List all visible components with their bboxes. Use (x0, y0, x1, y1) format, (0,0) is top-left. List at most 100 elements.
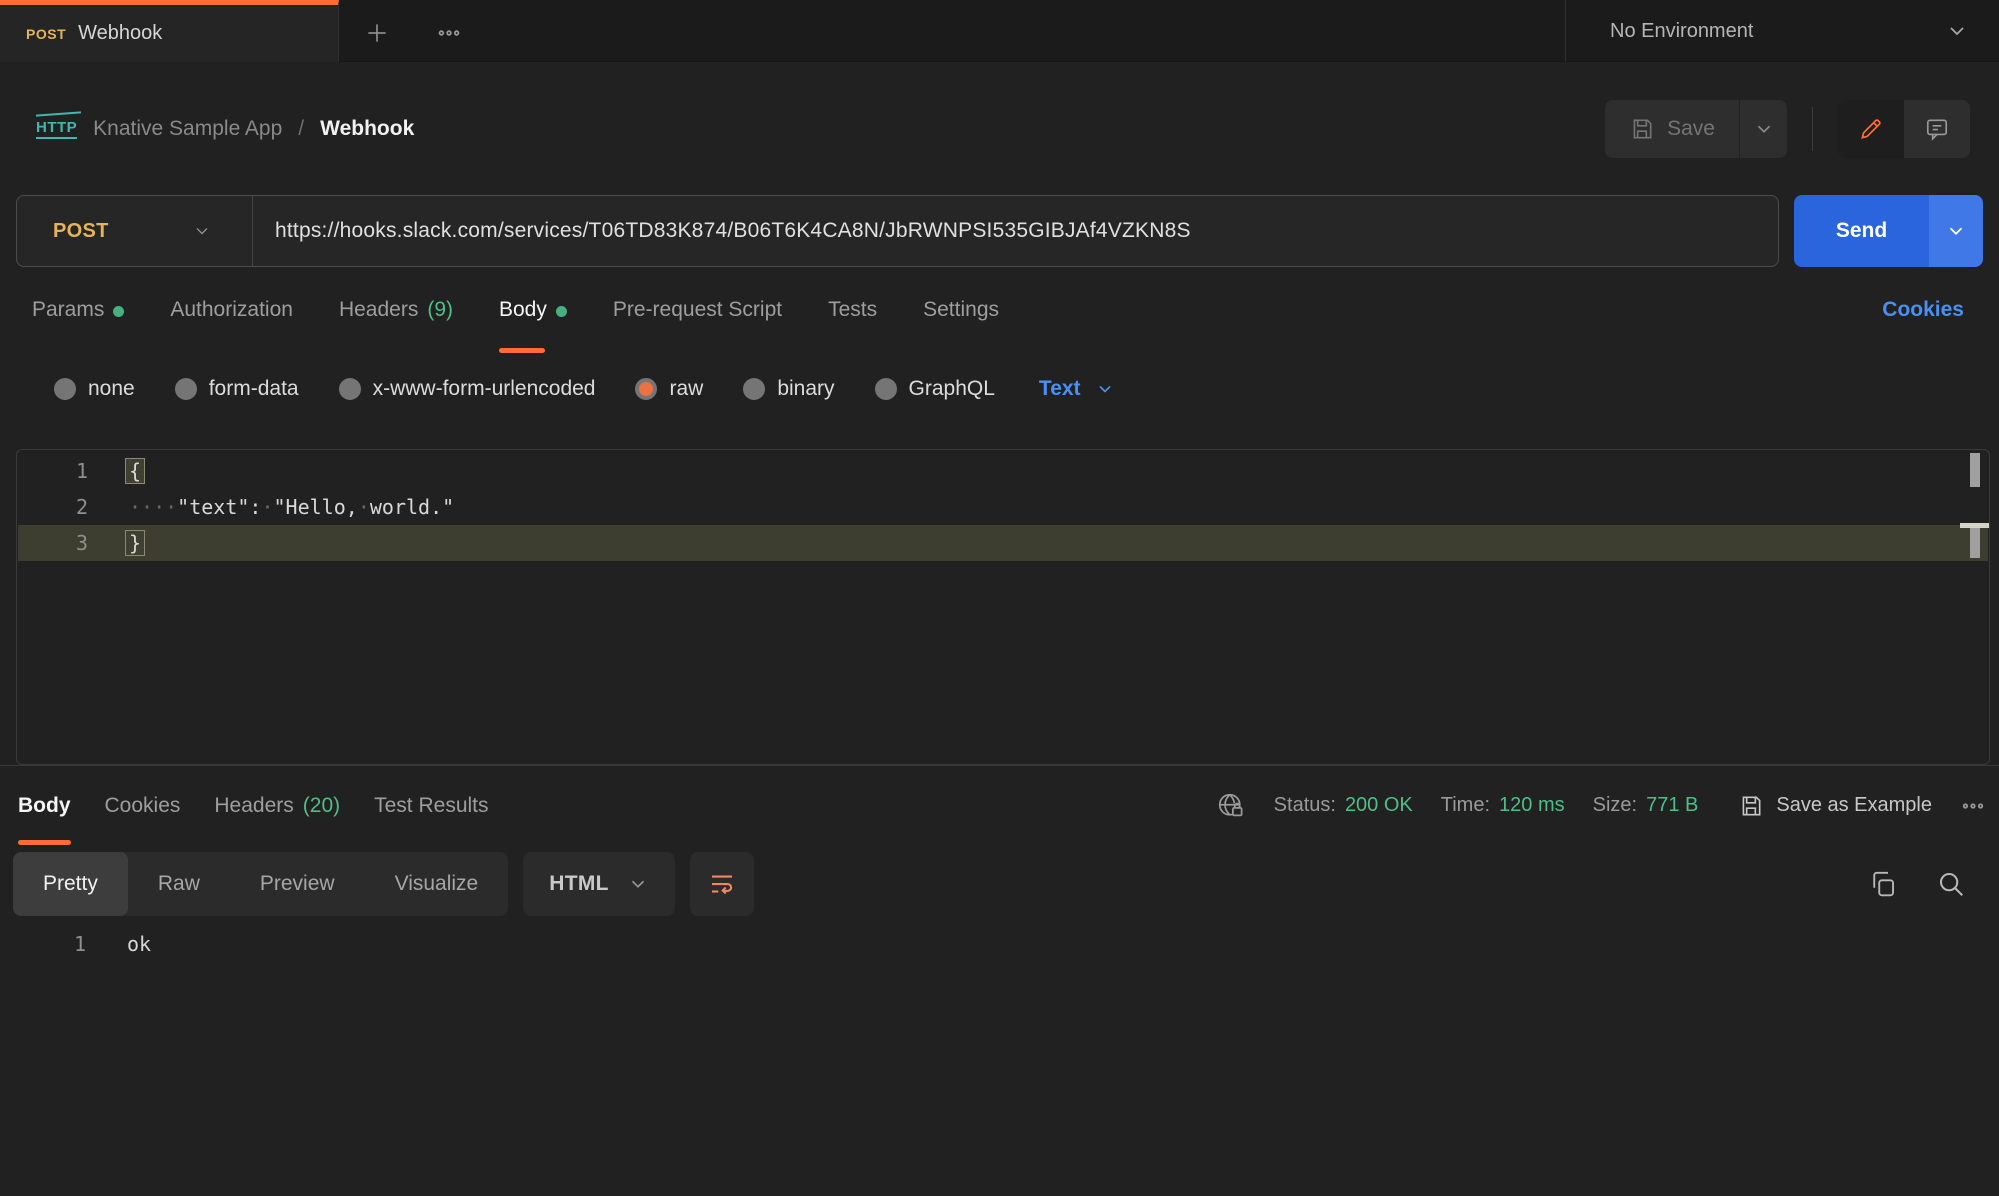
radio-icon (339, 378, 361, 400)
send-button[interactable]: Send (1794, 195, 1929, 267)
send-options-button[interactable] (1929, 195, 1983, 267)
tab-settings[interactable]: Settings (923, 267, 999, 353)
chevron-down-icon (1945, 220, 1967, 242)
chevron-down-icon (627, 873, 649, 895)
time-badge[interactable]: Time: 120 ms (1441, 794, 1565, 817)
tab-pre-request-script[interactable]: Pre-request Script (613, 267, 782, 353)
tab-tests[interactable]: Tests (828, 267, 877, 353)
pencil-icon (1858, 116, 1884, 142)
body-type-x-www-form-urlencoded[interactable]: x-www-form-urlencoded (339, 377, 596, 401)
bracket-highlight: { (125, 458, 145, 484)
body-type-graphql[interactable]: GraphQL (875, 377, 995, 401)
tab-body-label: Body (499, 298, 547, 322)
wrap-lines-button[interactable] (690, 852, 754, 916)
radio-icon (743, 378, 765, 400)
http-request-icon: HTTP (36, 119, 77, 139)
save-floppy-icon (1738, 793, 1764, 819)
breadcrumb: HTTP Knative Sample App / Webhook (0, 117, 414, 141)
line-number: 2 (18, 495, 88, 519)
request-body-editor[interactable]: 1 { 2 ····"text":·"Hello,·world." 3 } (16, 449, 1990, 765)
comments-button[interactable] (1904, 100, 1970, 158)
radio-selected-icon (635, 378, 657, 400)
tab-options-button[interactable] (430, 14, 468, 52)
network-globe-lock-icon[interactable] (1216, 791, 1246, 821)
save-options-button[interactable] (1739, 100, 1787, 158)
send-split-button: Send (1794, 195, 1983, 267)
response-meta: Status: 200 OK Time: 120 ms Size: 771 B … (1216, 766, 1986, 845)
raw-language-select[interactable]: Text (1039, 377, 1115, 401)
response-headers-count: (20) (303, 794, 340, 818)
response-language-label: HTML (549, 872, 609, 896)
response-options-button[interactable] (1960, 793, 1986, 819)
cookies-link[interactable]: Cookies (1882, 267, 1964, 353)
response-body-text: ok (127, 932, 151, 956)
tab-tests-label: Tests (828, 298, 877, 322)
request-tabbar: POST Webhook No Environment (0, 0, 1999, 62)
save-as-example-button[interactable]: Save as Example (1738, 793, 1932, 819)
breadcrumb-request-name[interactable]: Webhook (320, 117, 414, 141)
radio-icon (54, 378, 76, 400)
response-tab-headers[interactable]: Headers (20) (214, 766, 340, 845)
view-raw[interactable]: Raw (128, 852, 230, 916)
tab-authorization[interactable]: Authorization (170, 267, 293, 353)
response-tab-body[interactable]: Body (18, 766, 71, 845)
environment-label: No Environment (1610, 20, 1945, 43)
save-button[interactable]: Save (1605, 100, 1739, 158)
breadcrumb-collection[interactable]: Knative Sample App (93, 117, 282, 141)
edit-request-button[interactable] (1838, 100, 1904, 158)
tab-body[interactable]: Body (499, 267, 567, 353)
view-preview[interactable]: Preview (230, 852, 365, 916)
response-tab-cookies[interactable]: Cookies (105, 766, 181, 845)
breadcrumb-separator: / (298, 117, 304, 141)
body-type-binary[interactable]: binary (743, 377, 834, 401)
view-visualize[interactable]: Visualize (365, 852, 509, 916)
response-body-viewer[interactable]: 1 ok (16, 926, 1983, 962)
response-header: Body Cookies Headers (20) Test Results S… (0, 765, 1999, 845)
overview-ruler-thumb[interactable] (1970, 528, 1980, 558)
editor-line-3-current: 3 } (18, 525, 1988, 561)
tab-authorization-label: Authorization (170, 298, 293, 322)
body-type-form-data[interactable]: form-data (175, 377, 299, 401)
new-tab-button[interactable] (358, 14, 396, 52)
body-type-raw[interactable]: raw (635, 377, 703, 401)
search-response-button[interactable] (1936, 869, 1966, 899)
request-tabs: Params Authorization Headers (9) Body Pr… (0, 267, 1999, 353)
tab-params-label: Params (32, 298, 104, 322)
save-floppy-icon (1629, 116, 1655, 142)
status-badge[interactable]: Status: 200 OK (1274, 794, 1413, 817)
url-input[interactable] (253, 196, 1778, 266)
response-toolbar: Pretty Raw Preview Visualize HTML (0, 852, 1999, 916)
view-pretty[interactable]: Pretty (13, 852, 128, 916)
editor-scrollbar-thumb[interactable] (1970, 453, 1980, 487)
open-request-tab[interactable]: POST Webhook (0, 0, 339, 62)
radio-icon (875, 378, 897, 400)
edit-comment-group (1838, 100, 1970, 158)
url-row: POST Send (0, 195, 1999, 267)
body-type-none[interactable]: none (54, 377, 135, 401)
more-options-icon (1960, 793, 1986, 819)
tab-title: Webhook (78, 22, 162, 45)
tab-pre-request-script-label: Pre-request Script (613, 298, 782, 322)
bracket-highlight: } (125, 530, 145, 556)
response-tools (1868, 852, 1966, 916)
response-tab-test-results[interactable]: Test Results (374, 766, 488, 845)
editor-line-2: 2 ····"text":·"Hello,·world." (18, 489, 1988, 525)
header-divider (1812, 107, 1813, 151)
tab-headers[interactable]: Headers (9) (339, 267, 453, 353)
copy-icon (1868, 869, 1898, 899)
wrap-text-icon (707, 869, 737, 899)
params-modified-dot (113, 306, 124, 317)
method-select[interactable]: POST (17, 196, 253, 266)
tab-settings-label: Settings (923, 298, 999, 322)
header-actions: Save (1605, 100, 1970, 158)
method-label: POST (53, 220, 109, 243)
chevron-down-icon (1945, 19, 1969, 43)
size-badge[interactable]: Size: 771 B (1593, 794, 1699, 817)
tab-params[interactable]: Params (32, 267, 124, 353)
environment-selector[interactable]: No Environment (1565, 0, 1999, 62)
save-split-button: Save (1605, 100, 1787, 158)
response-tabs: Body Cookies Headers (20) Test Results (0, 766, 489, 845)
more-options-icon (436, 20, 462, 46)
copy-response-button[interactable] (1868, 869, 1898, 899)
response-language-select[interactable]: HTML (523, 852, 675, 916)
